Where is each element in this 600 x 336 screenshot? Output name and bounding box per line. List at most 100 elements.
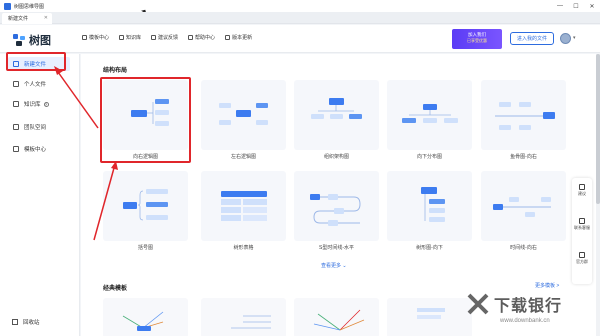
nav-label: 模板中心 bbox=[89, 35, 110, 41]
nav-label: 知识库 bbox=[126, 35, 142, 41]
customer-service-icon bbox=[579, 218, 585, 224]
more-templates-link[interactable]: 更多模板 > bbox=[535, 282, 559, 289]
card-label: 树形图-向下 bbox=[416, 245, 443, 251]
app-icon bbox=[4, 2, 11, 10]
update-icon bbox=[225, 35, 231, 40]
org-chart-diagram-icon bbox=[311, 98, 362, 119]
card-label: 向下分布图 bbox=[416, 154, 442, 160]
logo[interactable]: 树图 bbox=[12, 32, 51, 48]
scrollbar-thumb[interactable] bbox=[596, 54, 600, 204]
nav-version-update[interactable]: 版本更新 bbox=[225, 34, 252, 41]
template-card-bracket[interactable] bbox=[103, 171, 188, 241]
suggest-button[interactable]: 建议 bbox=[572, 184, 592, 196]
tab-new-file[interactable]: 新建文件 ✕ bbox=[2, 13, 52, 24]
template-card-org-chart[interactable] bbox=[294, 80, 379, 150]
card-label: 鱼骨图-向右 bbox=[510, 154, 537, 160]
template-card-timeline-right[interactable] bbox=[481, 171, 566, 241]
promo-title: 加入我们 bbox=[468, 32, 486, 37]
nav-label: 版本更新 bbox=[232, 35, 253, 41]
official-group-button[interactable]: 官方群 bbox=[572, 252, 592, 264]
left-right-logic-diagram-icon bbox=[219, 103, 268, 125]
tab-close-icon[interactable]: ✕ bbox=[44, 15, 48, 21]
team-icon bbox=[13, 124, 19, 130]
scrollbar[interactable] bbox=[596, 54, 600, 336]
window-controls: — ☐ ✕ bbox=[552, 0, 600, 12]
nav-label: 帮助中心 bbox=[195, 35, 216, 41]
watermark-url: www.downbank.cn bbox=[500, 318, 550, 324]
sidebar-item-trash[interactable]: 回收站 bbox=[12, 318, 40, 326]
tab-bar: 新建文件 ✕ bbox=[0, 12, 600, 24]
card-label: 树形表格 bbox=[233, 245, 254, 251]
highlight-box bbox=[6, 52, 66, 71]
sidebar-item-knowledge-base[interactable]: 知识库 ? bbox=[8, 97, 70, 111]
section-title-structure: 结构布局 bbox=[103, 68, 128, 74]
sidebar-item-label: 知识库 bbox=[24, 102, 41, 108]
template-card-down-distribution[interactable] bbox=[387, 80, 472, 150]
mindmap-thumbnail-icon bbox=[313, 309, 365, 331]
template-card-tree-table[interactable] bbox=[201, 171, 286, 241]
sidebar-item-label: 个人文件 bbox=[24, 82, 47, 88]
group-icon bbox=[579, 252, 585, 258]
classic-template-thumb[interactable] bbox=[201, 298, 286, 336]
mindmap-thumbnail-icon bbox=[231, 315, 271, 329]
float-label: 联系客服 bbox=[574, 225, 590, 230]
sidebar-item-template-center[interactable]: 模板中心 bbox=[8, 142, 70, 156]
card-label: 时间线-向右 bbox=[510, 245, 537, 251]
trash-icon bbox=[12, 319, 18, 325]
nav-label: 建议反馈 bbox=[158, 35, 179, 41]
nav-feedback[interactable]: 建议反馈 bbox=[151, 34, 178, 41]
template-card-tree-down[interactable] bbox=[387, 171, 472, 241]
mindmap-thumbnail-icon bbox=[122, 311, 164, 331]
show-more-link[interactable]: 查看更多 ⌄ bbox=[321, 262, 347, 269]
sidebar-item-label: 团队空间 bbox=[24, 125, 47, 131]
down-distribution-diagram-icon bbox=[402, 104, 458, 123]
logo-text: 树图 bbox=[29, 35, 51, 47]
card-label: 组织架构图 bbox=[323, 154, 349, 160]
nav-template-center[interactable]: 模板中心 bbox=[82, 34, 109, 41]
window-title: 树图思维导图 bbox=[14, 3, 45, 10]
watermark: 下载银行 bbox=[466, 292, 562, 316]
lightbulb-icon bbox=[579, 184, 585, 190]
help-icon bbox=[188, 35, 194, 40]
sidebar-item-label: 回收站 bbox=[23, 320, 40, 326]
window-titlebar: 树图思维导图 — ☐ ✕ bbox=[0, 0, 600, 12]
watermark-logo-icon bbox=[467, 293, 489, 315]
mindmap-thumbnail-icon bbox=[417, 308, 445, 319]
template-card-s-timeline[interactable] bbox=[294, 171, 379, 241]
bracket-diagram-icon bbox=[123, 189, 168, 221]
app-header: 树图 模板中心 知识库 建议反馈 帮助中心 版本更新 加入我们 已享受优惠 进入… bbox=[0, 25, 600, 53]
sidebar-item-team-space[interactable]: 团队空间 bbox=[8, 120, 70, 134]
fishbone-diagram-icon bbox=[495, 102, 555, 130]
tab-label: 新建文件 bbox=[8, 16, 29, 22]
folder-icon bbox=[13, 81, 19, 87]
card-label: 括号图 bbox=[137, 245, 153, 251]
section-title-classic-templates: 经典模板 bbox=[103, 286, 128, 292]
promo-banner[interactable]: 加入我们 已享受优惠 bbox=[452, 29, 502, 49]
feedback-icon bbox=[151, 35, 157, 40]
my-files-button[interactable]: 进入我的文件 bbox=[510, 32, 554, 45]
book-icon bbox=[13, 101, 19, 107]
close-window-button[interactable]: ✕ bbox=[584, 0, 600, 12]
template-card-fishbone-right[interactable] bbox=[481, 80, 566, 150]
card-label: S型时间线-水平 bbox=[318, 245, 354, 251]
sidebar-item-personal-files[interactable]: 个人文件 bbox=[8, 77, 70, 91]
card-label: 左右逻辑图 bbox=[230, 154, 256, 160]
minimize-button[interactable]: — bbox=[552, 0, 568, 12]
chevron-down-icon[interactable]: ▾ bbox=[573, 35, 576, 41]
template-card-left-right-logic[interactable] bbox=[201, 80, 286, 150]
sidebar: 新建文件 个人文件 知识库 ? 团队空间 模板中心 回收站 bbox=[0, 54, 80, 336]
classic-template-thumb[interactable] bbox=[103, 298, 188, 336]
help-circle-icon[interactable]: ? bbox=[43, 101, 49, 107]
customer-service-button[interactable]: 联系客服 bbox=[572, 218, 592, 230]
classic-template-thumb[interactable] bbox=[387, 298, 472, 336]
classic-template-thumb[interactable] bbox=[294, 298, 379, 336]
s-timeline-diagram-icon bbox=[310, 194, 361, 226]
book-icon bbox=[119, 35, 125, 40]
maximize-button[interactable]: ☐ bbox=[568, 0, 584, 12]
highlight-box bbox=[100, 77, 191, 163]
template-icon bbox=[82, 35, 87, 40]
watermark-text: 下载银行 bbox=[494, 298, 563, 315]
nav-help-center[interactable]: 帮助中心 bbox=[188, 34, 215, 41]
avatar[interactable] bbox=[560, 33, 571, 44]
nav-knowledge-base[interactable]: 知识库 bbox=[119, 34, 141, 41]
